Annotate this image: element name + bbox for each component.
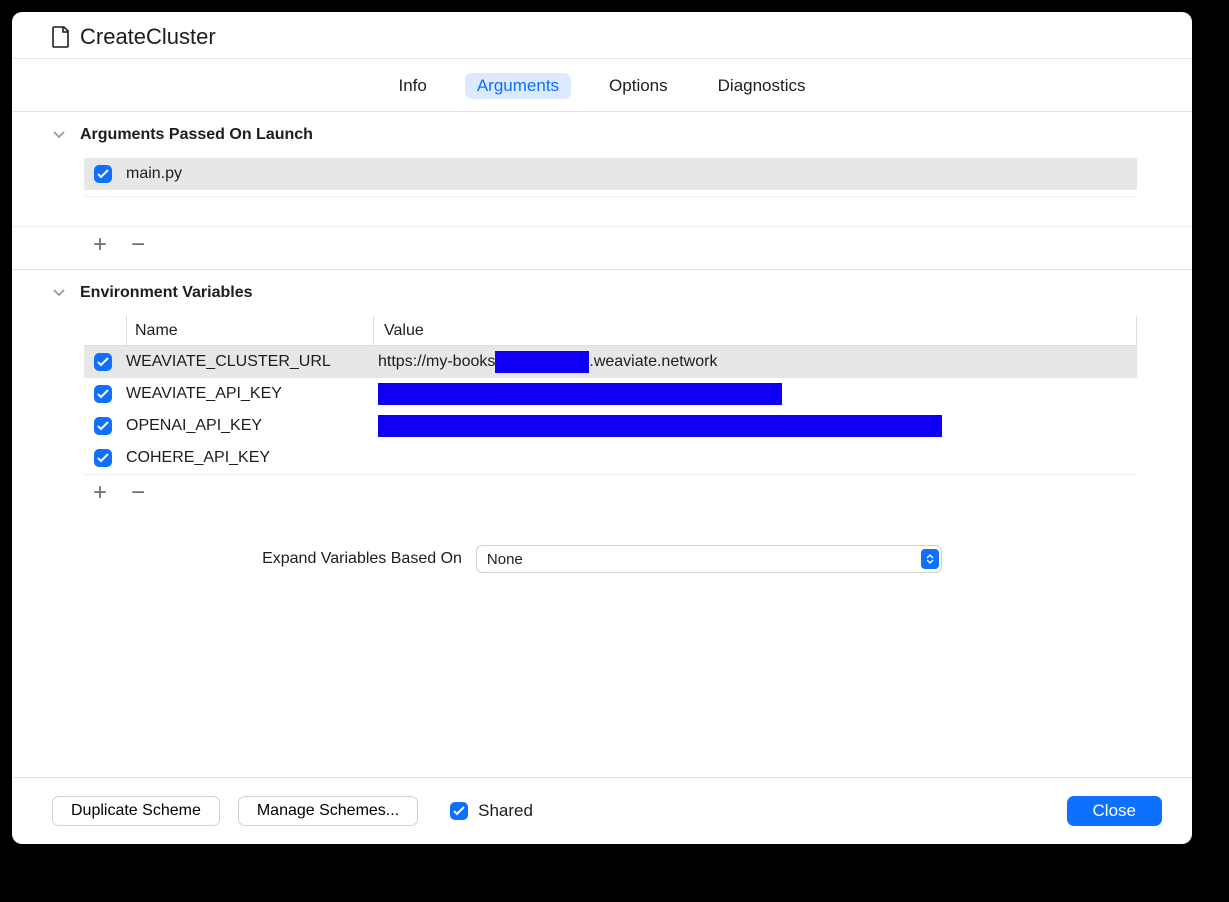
env-checkbox[interactable] [94, 353, 112, 371]
remove-env-button[interactable]: − [128, 481, 148, 505]
env-row[interactable]: WEAVIATE_CLUSTER_URL https://my-books .we… [84, 346, 1137, 378]
section-header-env[interactable]: Environment Variables [12, 270, 1192, 316]
section-arguments: Arguments Passed On Launch main.py + − [12, 111, 1192, 269]
duplicate-scheme-button[interactable]: Duplicate Scheme [52, 796, 220, 826]
chevron-down-icon [52, 289, 66, 297]
expand-variables-value: None [487, 551, 523, 568]
tab-options[interactable]: Options [597, 73, 680, 99]
scheme-title: CreateCluster [80, 24, 216, 50]
env-value [378, 383, 1127, 405]
env-value [378, 415, 1127, 437]
section-header-arguments[interactable]: Arguments Passed On Launch [12, 112, 1192, 158]
expand-variables-select[interactable]: None [476, 545, 942, 573]
tab-arguments[interactable]: Arguments [465, 73, 571, 99]
footer-bar: Duplicate Scheme Manage Schemes... Share… [12, 777, 1192, 844]
env-row[interactable]: WEAVIATE_API_KEY [84, 378, 1137, 410]
env-checkbox[interactable] [94, 449, 112, 467]
redacted-block [495, 351, 589, 373]
argument-empty-row [84, 196, 1137, 226]
header-bar: CreateCluster [12, 12, 1192, 59]
env-value-suffix: .weaviate.network [589, 353, 717, 371]
expand-variables-label: Expand Variables Based On [262, 550, 462, 568]
argument-text: main.py [126, 165, 182, 183]
content-area: Arguments Passed On Launch main.py + − [12, 111, 1192, 777]
shared-checkbox[interactable] [450, 802, 468, 820]
env-name: COHERE_API_KEY [126, 449, 364, 467]
add-env-button[interactable]: + [90, 481, 110, 505]
section-title-env: Environment Variables [80, 284, 253, 302]
chevron-down-icon [52, 131, 66, 139]
tab-info[interactable]: Info [386, 73, 438, 99]
redacted-block [378, 383, 782, 405]
env-value-prefix: https://my-books [378, 353, 495, 371]
expand-variables-row: Expand Variables Based On None [12, 517, 1192, 593]
env-row[interactable]: COHERE_API_KEY [84, 442, 1137, 474]
tab-bar: Info Arguments Options Diagnostics [12, 59, 1192, 111]
add-argument-button[interactable]: + [90, 233, 110, 257]
env-column-name: Name [126, 316, 374, 345]
section-env: Environment Variables Name Value WEAVIAT… [12, 269, 1192, 517]
env-checkbox[interactable] [94, 417, 112, 435]
env-name: WEAVIATE_CLUSTER_URL [126, 353, 364, 371]
section-title-arguments: Arguments Passed On Launch [80, 126, 313, 144]
remove-argument-button[interactable]: − [128, 233, 148, 257]
redacted-block [378, 415, 942, 437]
env-row[interactable]: OPENAI_API_KEY [84, 410, 1137, 442]
shared-label: Shared [478, 801, 533, 821]
env-name: OPENAI_API_KEY [126, 417, 364, 435]
argument-checkbox[interactable] [94, 165, 112, 183]
env-value: https://my-books .weaviate.network [378, 351, 1127, 373]
env-add-remove: + − [84, 474, 1137, 517]
close-button[interactable]: Close [1067, 796, 1162, 826]
argument-row[interactable]: main.py [84, 158, 1137, 190]
manage-schemes-button[interactable]: Manage Schemes... [238, 796, 418, 826]
shared-checkbox-wrap[interactable]: Shared [450, 801, 533, 821]
env-column-header: Name Value [84, 316, 1137, 346]
tab-diagnostics[interactable]: Diagnostics [706, 73, 818, 99]
env-column-value: Value [374, 316, 1137, 345]
env-checkbox[interactable] [94, 385, 112, 403]
arguments-add-remove: + − [12, 226, 1192, 269]
file-icon [52, 26, 70, 48]
scheme-editor-window: CreateCluster Info Arguments Options Dia… [12, 12, 1192, 844]
select-arrows-icon [921, 549, 939, 569]
env-name: WEAVIATE_API_KEY [126, 385, 364, 403]
